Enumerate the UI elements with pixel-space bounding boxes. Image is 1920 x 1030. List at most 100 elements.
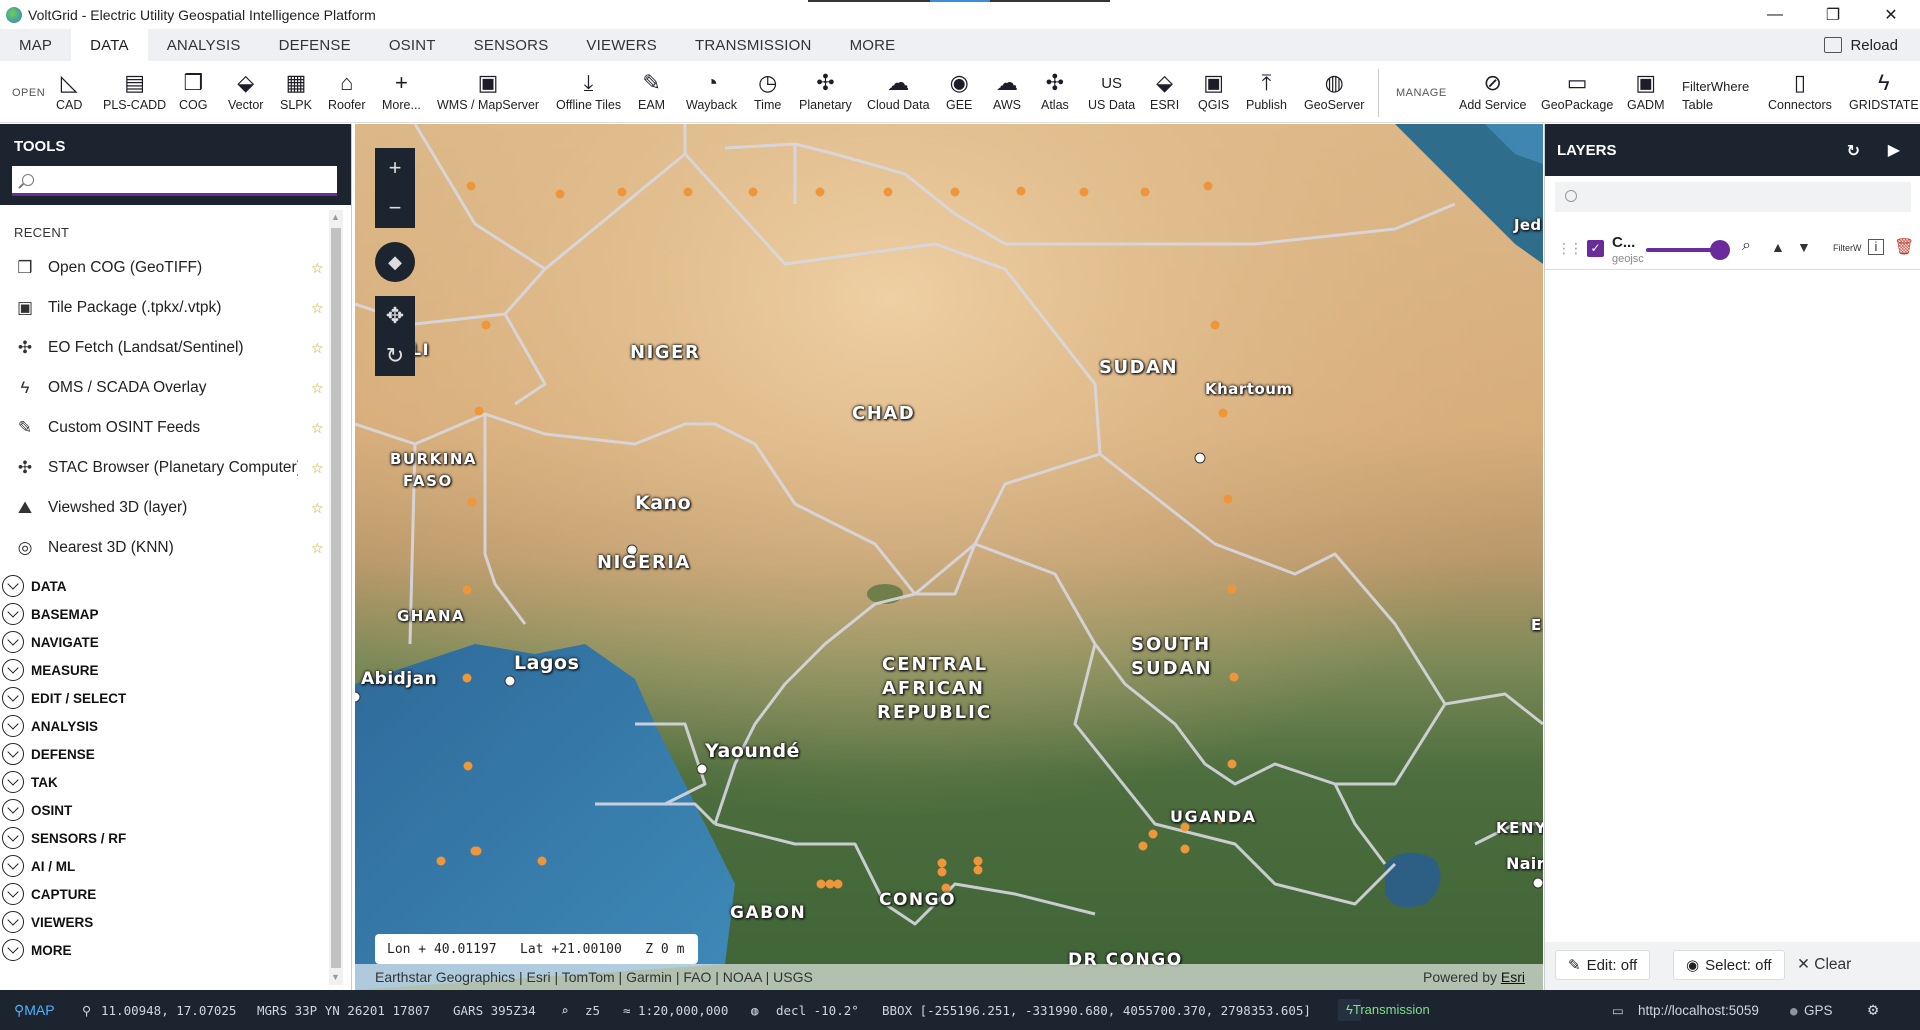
layer-row[interactable]: ⋮⋮ ✓ C... geojsc ⌕ ▲ ▼ FilterW i 🗑 — [1545, 226, 1920, 270]
tab-data[interactable]: DATA — [71, 29, 148, 61]
open-aws-button[interactable]: ☁ AWS — [993, 69, 1021, 113]
recent-item[interactable]: ✣ STAC Browser (Planetary Computer) ☆ — [0, 448, 351, 488]
favorite-star-icon[interactable]: ☆ — [311, 420, 324, 437]
category-measure[interactable]: MEASURE — [0, 656, 351, 684]
category-navigate[interactable]: NAVIGATE — [0, 628, 351, 656]
tab-transmission[interactable]: TRANSMISSION — [676, 29, 831, 61]
category-defense[interactable]: DEFENSE — [0, 740, 351, 768]
tools-scrollbar[interactable]: ▲ ▼ — [329, 210, 343, 985]
open-wms-button[interactable]: ▣ WMS / MapServer — [437, 69, 539, 113]
reload-button[interactable]: Reload — [1824, 29, 1898, 61]
refresh-icon[interactable]: ↻ — [1847, 141, 1860, 161]
compass-button[interactable]: ◆ — [375, 242, 415, 282]
open-wayback-button[interactable]: ◔ Wayback — [686, 69, 737, 113]
category-capture[interactable]: CAPTURE — [0, 880, 351, 908]
move-up-icon[interactable]: ▲ — [1771, 239, 1785, 255]
favorite-star-icon[interactable]: ☆ — [311, 260, 324, 277]
favorite-star-icon[interactable]: ☆ — [311, 500, 324, 517]
rotate-button[interactable]: ↻ — [375, 336, 415, 376]
layers-search-input[interactable] — [1555, 182, 1911, 212]
transmission-badge[interactable]: ϟ Transmission — [1338, 999, 1430, 1021]
clear-button[interactable]: ✕ Clear — [1797, 955, 1851, 974]
open-cad-button[interactable]: ◺ CAD — [56, 69, 82, 113]
category-viewers[interactable]: VIEWERS — [0, 908, 351, 936]
tab-analysis[interactable]: ANALYSIS — [148, 29, 260, 61]
category-data[interactable]: DATA — [0, 572, 351, 600]
gadm-button[interactable]: ▣ GADM — [1627, 69, 1665, 113]
tab-sensors[interactable]: SENSORS — [455, 29, 568, 61]
recent-item[interactable]: ϟ OMS / SCADA Overlay ☆ — [0, 368, 351, 408]
tab-map[interactable]: MAP — [0, 29, 71, 61]
close-button[interactable]: ✕ — [1862, 0, 1920, 29]
category-edit-select[interactable]: EDIT / SELECT — [0, 684, 351, 712]
scroll-down-icon[interactable]: ▼ — [331, 972, 340, 982]
play-icon[interactable]: ▶ — [1888, 140, 1900, 160]
gridstate-button[interactable]: ϟ GRIDSTATE — [1849, 69, 1919, 113]
category-ai-ml[interactable]: AI / ML — [0, 852, 351, 880]
open-roofer-button[interactable]: ⌂ Roofer — [328, 69, 366, 113]
zoom-in-button[interactable]: + — [375, 148, 415, 188]
open-offline-tiles-button[interactable]: ⤓ Offline Tiles — [556, 69, 621, 113]
minimize-button[interactable]: — — [1746, 0, 1804, 29]
category-tak[interactable]: TAK — [0, 768, 351, 796]
zoom-out-button[interactable]: − — [375, 188, 415, 228]
scrollbar-thumb[interactable] — [331, 228, 341, 968]
esri-link[interactable]: Esri — [1501, 969, 1525, 985]
open-planetary-button[interactable]: ✣ Planetary — [799, 69, 852, 113]
drag-handle-icon[interactable]: ⋮⋮ — [1557, 240, 1583, 257]
open-pls-cadd-button[interactable]: ▤ PLS-CADD — [103, 69, 166, 113]
open-cog-button[interactable]: ❒ COG — [179, 69, 207, 113]
favorite-star-icon[interactable]: ☆ — [311, 380, 324, 397]
favorite-star-icon[interactable]: ☆ — [311, 460, 324, 477]
favorite-star-icon[interactable]: ☆ — [311, 340, 324, 357]
map-mode-badge[interactable]: ⚲ MAP — [14, 1002, 55, 1019]
recent-item[interactable]: ⛰ Viewshed 3D (layer) ☆ — [0, 488, 351, 528]
filterwhere-table-button[interactable]: FilterWhere Table — [1682, 77, 1749, 113]
recent-item[interactable]: ❒ Open COG (GeoTIFF) ☆ — [0, 248, 351, 288]
select-toggle-button[interactable]: ◉ Select: off — [1673, 950, 1785, 980]
opacity-slider-handle[interactable] — [1710, 240, 1730, 260]
delete-icon[interactable]: 🗑 — [1894, 237, 1914, 257]
open-more-button[interactable]: + More... — [382, 69, 421, 113]
layer-visibility-checkbox[interactable]: ✓ — [1587, 240, 1604, 257]
open-time-button[interactable]: ◷ Time — [754, 69, 781, 113]
scroll-up-icon[interactable]: ▲ — [331, 212, 340, 222]
favorite-star-icon[interactable]: ☆ — [311, 540, 324, 557]
open-geoserver-button[interactable]: ◍ GeoServer — [1304, 69, 1364, 113]
tab-more[interactable]: MORE — [831, 29, 915, 61]
open-slpk-button[interactable]: ▦ SLPK — [280, 69, 312, 113]
open-qgis-button[interactable]: ▣ QGIS — [1198, 69, 1229, 113]
connectors-button[interactable]: ▯ Connectors — [1768, 69, 1832, 113]
add-service-button[interactable]: ⊘ Add Service — [1459, 69, 1526, 113]
category-osint[interactable]: OSINT — [0, 796, 351, 824]
edit-toggle-button[interactable]: ✎ Edit: off — [1555, 950, 1651, 980]
favorite-star-icon[interactable]: ☆ — [311, 300, 324, 317]
layer-filter-label[interactable]: FilterW — [1833, 243, 1862, 253]
geopackage-button[interactable]: ▭ GeoPackage — [1541, 69, 1613, 113]
recent-item[interactable]: ▣ Tile Package (.tpkx/.vtpk) ☆ — [0, 288, 351, 328]
open-atlas-button[interactable]: ✣ Atlas — [1041, 69, 1069, 113]
gear-icon[interactable]: ⚙ — [1868, 1000, 1878, 1020]
recent-item[interactable]: ✎ Custom OSINT Feeds ☆ — [0, 408, 351, 448]
move-down-icon[interactable]: ▼ — [1797, 239, 1811, 255]
pan-button[interactable]: ✥ — [375, 296, 415, 336]
category-basemap[interactable]: BASEMAP — [0, 600, 351, 628]
category-more[interactable]: MORE — [0, 936, 351, 964]
category-analysis[interactable]: ANALYSIS — [0, 712, 351, 740]
restore-button[interactable]: ❐ — [1804, 0, 1862, 29]
tools-search-input[interactable] — [12, 166, 337, 196]
publish-button[interactable]: ⤒ Publish — [1246, 69, 1287, 113]
open-us-data-button[interactable]: US US Data — [1088, 69, 1135, 113]
tab-defense[interactable]: DEFENSE — [260, 29, 370, 61]
open-cloud-data-button[interactable]: ☁ Cloud Data — [867, 69, 930, 113]
recent-item[interactable]: ◎ Nearest 3D (KNN) ☆ — [0, 528, 351, 568]
info-icon[interactable]: i — [1868, 239, 1884, 255]
open-gee-button[interactable]: ◉ GEE — [946, 69, 972, 113]
recent-item[interactable]: ✣ EO Fetch (Landsat/Sentinel) ☆ — [0, 328, 351, 368]
tab-viewers[interactable]: VIEWERS — [567, 29, 676, 61]
tab-osint[interactable]: OSINT — [370, 29, 455, 61]
zoom-to-layer-icon[interactable]: ⌕ — [1742, 237, 1751, 255]
map-view[interactable]: NIGER CHAD SUDAN Khartoum ALI BURKINA FA… — [355, 124, 1543, 990]
open-eam-button[interactable]: ✎ EAM — [638, 69, 665, 113]
open-vector-button[interactable]: ⬙ Vector — [228, 69, 263, 113]
